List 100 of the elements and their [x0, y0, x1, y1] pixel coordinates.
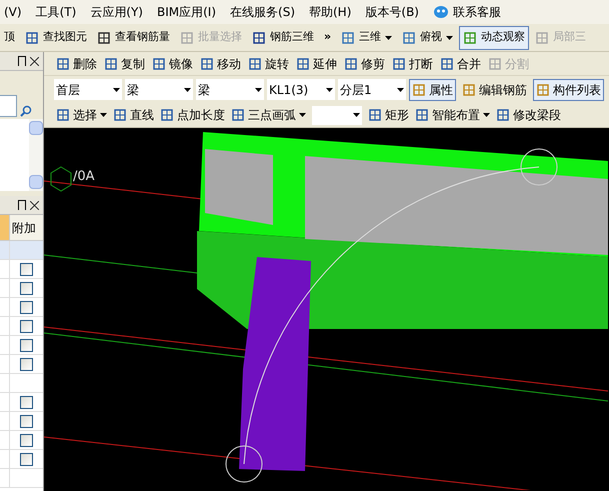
toolbar-button[interactable]: 修剪	[344, 54, 385, 72]
row-header-cell	[0, 241, 9, 259]
toolbar-button[interactable]: 点加长度	[160, 106, 225, 124]
checkbox[interactable]	[20, 338, 33, 352]
toolbar-button[interactable]: 复制	[104, 54, 145, 72]
dropdown-value: 首层	[56, 82, 80, 98]
toolbar-button[interactable]: 延伸	[296, 54, 337, 72]
row-header-cell	[0, 215, 9, 240]
grid-icon	[252, 30, 266, 44]
dropdown[interactable]: KL1(3)	[267, 79, 335, 100]
caret-icon	[255, 88, 262, 92]
toolbar-button[interactable]: »	[320, 26, 336, 50]
checkbox[interactable]	[20, 396, 33, 408]
axis-hexagon	[50, 166, 72, 192]
tool-icon	[152, 56, 166, 70]
toolbar-button[interactable]: 移动	[200, 54, 241, 72]
caret-icon	[326, 88, 333, 92]
draw-tool-icon	[231, 108, 245, 122]
checkbox[interactable]	[20, 320, 33, 332]
pin-icon[interactable]	[18, 56, 26, 66]
draw-tool-icon	[113, 108, 127, 122]
toolbar-button[interactable]: 动态观察	[459, 26, 530, 50]
toolbar-button[interactable]: 打断	[392, 54, 433, 72]
toolbar-button[interactable]: 三点画弧	[231, 106, 306, 124]
toolbar-button[interactable]: 修改梁段	[496, 106, 561, 124]
toolbar-button[interactable]: 钢筋三维	[248, 26, 318, 50]
toolbar-button[interactable]: 构件列表	[533, 78, 604, 100]
tool-icon	[392, 56, 406, 70]
toolbar-button[interactable]: 智能布置	[415, 106, 490, 124]
toolbar-button[interactable]: 三维	[337, 26, 396, 50]
caret-icon	[113, 88, 120, 92]
orbit-handle[interactable]	[520, 148, 558, 186]
checkbox[interactable]	[20, 414, 33, 428]
tool-icon	[440, 56, 454, 70]
tool-icon	[104, 56, 118, 70]
draw-tool-icon	[496, 108, 510, 122]
dropdown-value: KL1(3)	[269, 82, 308, 98]
menu-item[interactable]: 帮助(H)	[309, 3, 352, 21]
menu-item[interactable]: BIM应用(I)	[156, 3, 216, 21]
dropdown-value: 梁	[198, 82, 210, 98]
toolbar-button[interactable]: 查找图元	[21, 26, 91, 50]
panel-icon	[462, 82, 476, 96]
menu-item[interactable]: 版本号(B)	[365, 3, 419, 21]
toolbar-button[interactable]: 查看钢筋量	[93, 26, 174, 50]
tool-icon	[200, 56, 214, 70]
menu-item[interactable]: 在线服务(S)	[230, 3, 295, 21]
draw-tool-icon	[160, 108, 174, 122]
menu-item[interactable]: 工具(T)	[36, 3, 76, 21]
tool-icon	[248, 56, 262, 70]
toolbar-button[interactable]: 属性	[409, 78, 456, 100]
caret-icon	[397, 88, 404, 92]
column-header: 附加	[9, 215, 43, 240]
toolbar-button[interactable]: 直线	[113, 106, 154, 124]
dropdown[interactable]: 梁	[196, 79, 264, 100]
mascot-icon	[433, 5, 449, 19]
panel-icon	[412, 82, 426, 96]
tool-icon	[344, 56, 358, 70]
menu-item[interactable]: 云应用(Y)	[90, 3, 143, 21]
dropdown[interactable]: 梁	[125, 79, 193, 100]
tool-icon	[56, 56, 70, 70]
caret-icon	[446, 36, 454, 40]
toolbar-button[interactable]: 编辑钢筋	[459, 78, 530, 100]
tool-icon	[488, 56, 502, 70]
toolbar-button[interactable]: 矩形	[368, 106, 409, 124]
dropdown-value: 分层1	[340, 82, 372, 98]
checkbox[interactable]	[20, 282, 33, 294]
caret-icon	[483, 113, 490, 117]
caret-icon	[353, 113, 360, 117]
toolbar-button[interactable]: 旋转	[248, 54, 289, 72]
search-icon[interactable]	[20, 105, 32, 117]
tool-icon	[296, 56, 310, 70]
draw-tool-icon	[368, 108, 382, 122]
checkbox[interactable]	[20, 358, 33, 370]
3d-viewport[interactable]: /0A	[44, 128, 609, 491]
caret-icon	[299, 113, 306, 117]
checkbox[interactable]	[20, 452, 33, 466]
draw-tool-icon	[56, 108, 70, 122]
axis-label: /0A	[73, 170, 95, 183]
toolbar-button[interactable]: 选择	[56, 106, 107, 124]
caret-icon	[100, 113, 107, 117]
panel-icon	[536, 82, 550, 96]
toolbar-button[interactable]: 俯视	[398, 26, 458, 50]
toolbar-button[interactable]: 顶	[0, 26, 19, 50]
dropdown-value: 梁	[127, 82, 139, 98]
toolbar-button[interactable]: 镜像	[152, 54, 193, 72]
dropdown[interactable]: 首层	[54, 79, 122, 100]
caret-icon	[385, 36, 392, 40]
menu-item[interactable]: (V)	[4, 3, 22, 21]
toolbar-button[interactable]: 删除	[56, 54, 97, 72]
search-field[interactable]	[0, 95, 17, 117]
checkbox[interactable]	[20, 262, 33, 276]
toolbar-button[interactable]: 合并	[440, 54, 481, 72]
checkbox[interactable]	[20, 434, 33, 446]
orbit-handle[interactable]	[226, 446, 262, 482]
pin-icon[interactable]	[18, 200, 26, 210]
close-icon[interactable]	[30, 56, 39, 66]
menu-item[interactable]: 联系客服	[433, 3, 501, 21]
dropdown[interactable]: 分层1	[338, 79, 406, 100]
close-icon[interactable]	[30, 200, 39, 210]
checkbox[interactable]	[20, 300, 33, 314]
